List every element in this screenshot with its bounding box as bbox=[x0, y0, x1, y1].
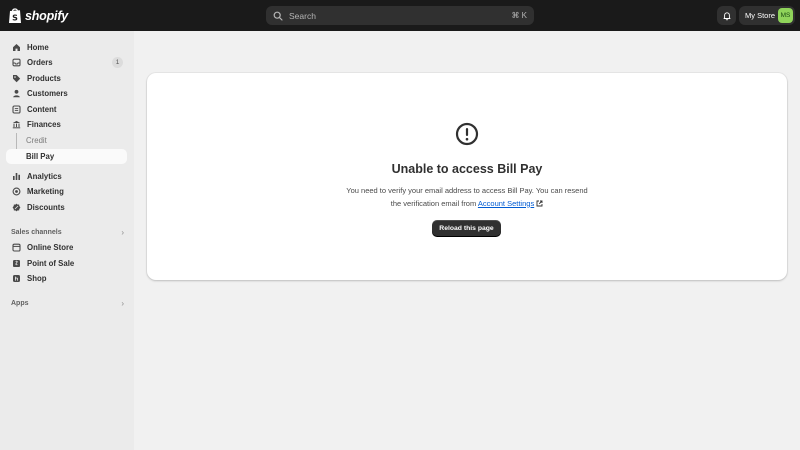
orders-count-badge: 1 bbox=[112, 57, 123, 68]
sidebar-subitem-bill-pay[interactable]: Bill Pay bbox=[6, 149, 127, 164]
alert-circle-icon bbox=[455, 122, 479, 146]
top-bar: S shopify Search ⌘ K My Store MS bbox=[0, 0, 800, 31]
sidebar-item-label: Products bbox=[27, 74, 61, 83]
sidebar-item-marketing[interactable]: Marketing bbox=[6, 184, 127, 199]
search-icon bbox=[273, 11, 283, 21]
external-link-icon bbox=[536, 200, 543, 206]
sidebar-item-content[interactable]: Content bbox=[6, 102, 127, 117]
sidebar-item-label: Finances bbox=[27, 120, 61, 129]
search-placeholder: Search bbox=[289, 10, 316, 21]
store-icon bbox=[12, 243, 21, 252]
sidebar-item-online-store[interactable]: Online Store bbox=[6, 240, 127, 255]
sidebar-item-label: Bill Pay bbox=[26, 152, 55, 161]
section-label: Sales channels bbox=[11, 228, 62, 236]
discount-icon bbox=[12, 203, 21, 212]
notifications-button[interactable] bbox=[717, 6, 736, 25]
logo-text: shopify bbox=[25, 8, 69, 23]
content-icon bbox=[12, 105, 21, 114]
sidebar-item-label: Discounts bbox=[27, 203, 65, 212]
sidebar-item-label: Shop bbox=[27, 274, 47, 283]
sidebar-subitem-credit[interactable]: Credit bbox=[6, 133, 127, 148]
apps-section[interactable]: Apps › bbox=[11, 297, 124, 309]
message-text: the verification email from bbox=[390, 198, 478, 208]
sidebar-item-label: Content bbox=[27, 105, 57, 114]
sidebar-item-label: Point of Sale bbox=[27, 259, 75, 268]
bell-icon bbox=[723, 11, 730, 20]
sidebar-item-point-of-sale[interactable]: Point of Sale bbox=[6, 256, 127, 271]
sidebar-item-label: Orders bbox=[27, 58, 53, 67]
search-input[interactable]: Search ⌘ K bbox=[266, 6, 534, 25]
chevron-right-icon: › bbox=[121, 227, 124, 237]
tag-icon bbox=[13, 75, 21, 83]
reload-page-button[interactable]: Reload this page bbox=[432, 220, 501, 236]
section-label: Apps bbox=[11, 299, 29, 307]
bar-chart-icon bbox=[13, 173, 20, 180]
sales-channels-section[interactable]: Sales channels › bbox=[11, 226, 124, 238]
sidebar-item-finances[interactable]: Finances bbox=[6, 117, 127, 132]
page-title: Unable to access Bill Pay bbox=[391, 162, 543, 176]
shop-icon bbox=[13, 275, 20, 282]
sidebar-item-customers[interactable]: Customers bbox=[6, 86, 127, 101]
error-message: You need to verify your email address to… bbox=[147, 185, 787, 210]
sidebar-item-discounts[interactable]: Discounts bbox=[6, 200, 127, 215]
sidebar-item-label: Customers bbox=[27, 89, 68, 98]
home-icon bbox=[13, 44, 20, 51]
shopify-bag-icon: S bbox=[9, 8, 21, 23]
sidebar-item-products[interactable]: Products bbox=[6, 71, 127, 86]
message-line: the verification email from Account Sett… bbox=[147, 198, 787, 211]
sidebar-item-label: Analytics bbox=[27, 172, 62, 181]
pos-icon bbox=[13, 260, 20, 267]
sidebar-item-home[interactable]: Home bbox=[6, 40, 127, 55]
error-card bbox=[147, 73, 787, 280]
store-name: My Store bbox=[745, 11, 776, 20]
account-settings-link[interactable]: Account Settings bbox=[478, 199, 534, 208]
sidebar-item-analytics[interactable]: Analytics bbox=[6, 169, 127, 184]
person-icon bbox=[13, 89, 20, 98]
svg-text:S: S bbox=[12, 14, 18, 23]
message-line: You need to verify your email address to… bbox=[346, 186, 588, 195]
search-shortcut: ⌘ K bbox=[511, 11, 527, 20]
sidebar-item-label: Credit bbox=[26, 136, 47, 145]
sidebar-item-shop[interactable]: Shop bbox=[6, 271, 127, 286]
shopify-logo[interactable]: S shopify bbox=[8, 6, 68, 25]
chevron-right-icon: › bbox=[121, 298, 124, 308]
sidebar-item-label: Marketing bbox=[27, 187, 64, 196]
sidebar-item-orders[interactable]: Orders 1 bbox=[6, 55, 127, 70]
orders-icon bbox=[12, 58, 21, 67]
sidebar-item-label: Online Store bbox=[27, 243, 74, 252]
sidebar-item-label: Home bbox=[27, 43, 49, 52]
target-icon bbox=[12, 187, 21, 196]
store-menu-button[interactable]: My Store MS bbox=[739, 6, 795, 25]
bank-icon bbox=[12, 120, 21, 129]
store-avatar: MS bbox=[778, 8, 793, 23]
